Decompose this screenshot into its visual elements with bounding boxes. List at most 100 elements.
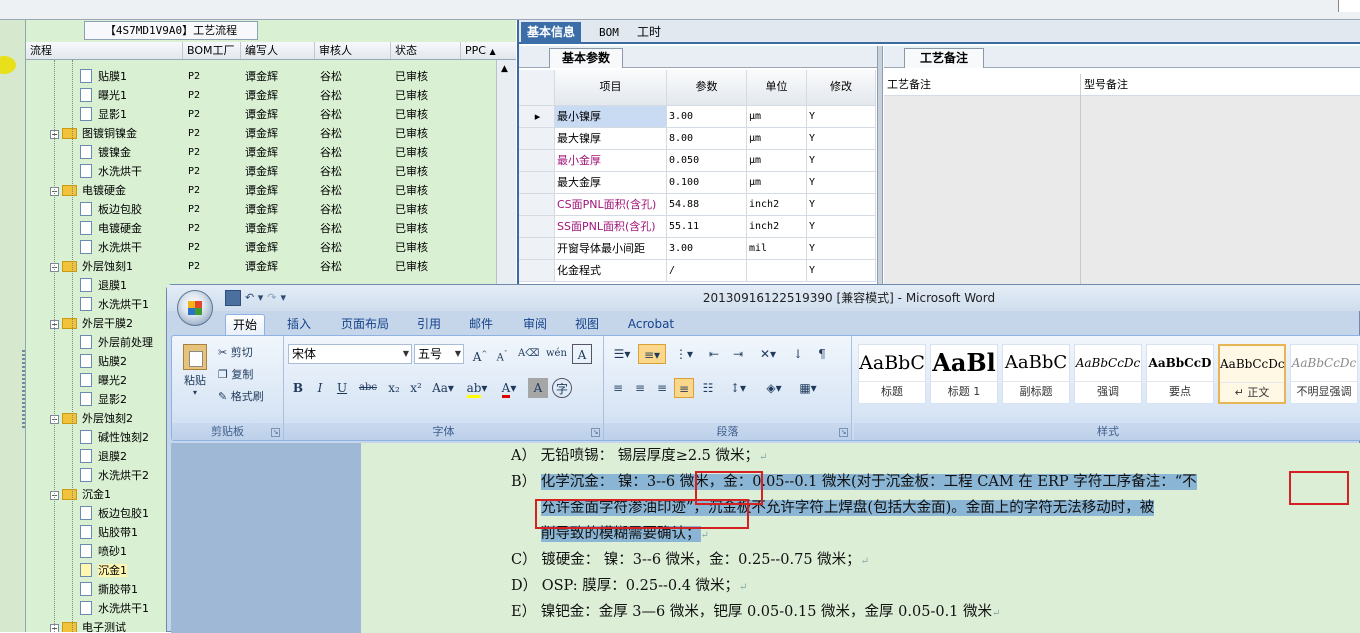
col-header-model-note[interactable]: 型号备注 <box>1081 74 1360 96</box>
tree-node-name[interactable]: 外层前处理 <box>80 333 153 352</box>
align-center-icon[interactable]: ≡ <box>630 378 650 398</box>
tab-work-hours[interactable]: 工时 <box>631 22 667 44</box>
tab-home[interactable]: 开始 <box>225 314 265 336</box>
borders-icon[interactable]: ▦▾ <box>794 378 822 398</box>
underline-icon[interactable]: U <box>332 378 352 398</box>
params-grid-row[interactable]: 最小金厚 0.050 μm Y <box>519 150 876 172</box>
splitter-grip[interactable] <box>22 350 25 430</box>
col-header-process[interactable]: 流程 <box>26 42 183 59</box>
phonetic-guide-icon[interactable]: wén <box>546 344 567 364</box>
tab-insert[interactable]: 插入 <box>279 314 319 336</box>
params-grid-row[interactable]: 化金程式 / Y <box>519 260 876 282</box>
grid-cell-mod[interactable]: Y <box>807 260 876 281</box>
tree-row[interactable]: 电镀硬金 P2 谭金辉 谷松 已审核 <box>26 219 496 238</box>
grid-cell-mod[interactable]: Y <box>807 238 876 259</box>
sort-icon[interactable]: ↓ <box>788 344 808 364</box>
change-case-icon[interactable]: Aa▾ <box>430 378 456 398</box>
font-launcher-icon[interactable]: ↘ <box>591 428 600 437</box>
grid-cell-item[interactable]: CS面PNL面积(含孔) <box>555 194 667 215</box>
vertical-splitter[interactable] <box>877 46 883 290</box>
tree-node-name[interactable]: 贴膜2 <box>80 352 127 371</box>
asian-layout-icon[interactable]: ✕▾ <box>754 344 782 364</box>
grid-cell-unit[interactable]: inch2 <box>747 194 807 215</box>
grid-cell-item[interactable]: 开窗导体最小间距 <box>555 238 667 259</box>
clear-format-icon[interactable]: A⌫ <box>518 344 539 364</box>
increase-indent-icon[interactable]: ⇥ <box>728 344 748 364</box>
col-header-status[interactable]: 状态 <box>391 42 461 59</box>
tree-node-name[interactable]: 喷砂1 <box>80 542 127 561</box>
style-normal[interactable]: AaBbCcDc ↵ 正文 <box>1218 344 1286 404</box>
tree-row[interactable]: 镀镍金 P2 谭金辉 谷松 已审核 <box>26 143 496 162</box>
grid-cell-unit[interactable] <box>747 260 807 281</box>
show-marks-icon[interactable]: ¶ <box>812 344 832 364</box>
row-header[interactable]: ▸ <box>519 106 555 127</box>
basic-params-title[interactable]: 基本参数 <box>549 48 623 68</box>
grid-cell-value[interactable]: 0.050 <box>667 150 747 171</box>
justify-icon[interactable]: ≡ <box>674 378 694 398</box>
grid-cell-unit[interactable]: μm <box>747 150 807 171</box>
tree-node-name[interactable]: 水洗烘干 <box>80 238 142 257</box>
notes-title[interactable]: 工艺备注 <box>904 48 984 68</box>
tree-node-name[interactable]: 板边包胶1 <box>80 504 149 523</box>
grid-cell-unit[interactable]: μm <box>747 106 807 127</box>
style-subtle-emphasis[interactable]: AaBbCcDc 不明显强调 <box>1290 344 1358 404</box>
grid-cell-mod[interactable]: Y <box>807 106 876 127</box>
params-grid-row[interactable]: 最大镍厚 8.00 μm Y <box>519 128 876 150</box>
tree-node-name[interactable]: − 电镀硬金 <box>50 181 126 200</box>
tree-node-name[interactable]: − 沉金1 <box>50 485 111 504</box>
superscript-icon[interactable]: x² <box>406 378 426 398</box>
tree-node-name[interactable]: 板边包胶 <box>80 200 142 219</box>
grid-col-header[interactable]: 参数 <box>667 70 747 105</box>
grid-cell-mod[interactable]: Y <box>807 194 876 215</box>
grid-cell-value[interactable]: / <box>667 260 747 281</box>
tree-node-name[interactable]: 显影2 <box>80 390 127 409</box>
tree-row[interactable]: 显影1 P2 谭金辉 谷松 已审核 <box>26 105 496 124</box>
tree-node-name[interactable]: 电镀硬金 <box>80 219 142 238</box>
tree-row[interactable]: 曝光1 P2 谭金辉 谷松 已审核 <box>26 86 496 105</box>
style-subtitle[interactable]: AaBbC 副标题 <box>1002 344 1070 404</box>
tree-row[interactable]: 水洗烘干 P2 谭金辉 谷松 已审核 <box>26 238 496 257</box>
grid-cell-value[interactable]: 0.100 <box>667 172 747 193</box>
tree-node-name[interactable]: − 电子测试 <box>50 618 126 632</box>
params-grid-row[interactable]: CS面PNL面积(含孔) 54.88 inch2 Y <box>519 194 876 216</box>
style-strong[interactable]: AaBbCcD 要点 <box>1146 344 1214 404</box>
copy-button[interactable]: ❐ 复制 <box>218 366 253 382</box>
italic-icon[interactable]: I <box>310 378 330 398</box>
grid-cell-value[interactable]: 8.00 <box>667 128 747 149</box>
row-header[interactable] <box>519 238 555 259</box>
grid-cell-item[interactable]: SS面PNL面积(含孔) <box>555 216 667 237</box>
tab-mailings[interactable]: 邮件 <box>463 314 499 336</box>
decrease-indent-icon[interactable]: ⇤ <box>704 344 724 364</box>
tree-node-name[interactable]: 水洗烘干 <box>80 162 142 181</box>
tree-node-name[interactable]: − 外层干膜2 <box>50 314 133 333</box>
distributed-icon[interactable]: ☷ <box>698 378 718 398</box>
col-header-writer[interactable]: 编写人 <box>241 42 315 59</box>
grid-cell-item[interactable]: 最小金厚 <box>555 150 667 171</box>
clipboard-launcher-icon[interactable]: ↘ <box>271 428 280 437</box>
grid-cell-item[interactable]: 最小镍厚 <box>555 106 667 127</box>
char-border-icon[interactable]: A <box>572 344 592 364</box>
highlight-icon[interactable]: ab▾ <box>464 378 490 398</box>
document-page[interactable]: A） 无铅喷锡： 锡层厚度≥2.5 微米；↵ B） 化学沉金： 镍：3--6 微… <box>361 443 1360 633</box>
tree-node-name[interactable]: 显影1 <box>80 105 127 124</box>
tree-node-name[interactable]: 曝光2 <box>80 371 127 390</box>
scroll-up-icon[interactable]: ▲ <box>501 64 508 74</box>
tree-node-name[interactable]: 贴胶带1 <box>80 523 138 542</box>
font-size-combo[interactable]: 五号 ▼ <box>414 344 464 364</box>
tab-basic-info[interactable]: 基本信息 <box>521 22 582 44</box>
grow-font-icon[interactable]: A^ <box>470 344 490 364</box>
grid-cell-unit[interactable]: inch2 <box>747 216 807 237</box>
row-header[interactable] <box>519 194 555 215</box>
grid-col-header[interactable]: 修改 <box>807 70 876 105</box>
tab-acrobat[interactable]: Acrobat <box>623 314 679 336</box>
grid-cell-value[interactable]: 55.11 <box>667 216 747 237</box>
shading-icon[interactable]: ◈▾ <box>760 378 788 398</box>
col-header-bom[interactable]: BOM工厂 <box>183 42 241 59</box>
grid-cell-item[interactable]: 最大金厚 <box>555 172 667 193</box>
tab-page-layout[interactable]: 页面布局 <box>333 314 397 336</box>
font-color-icon[interactable]: A▾ <box>496 378 522 398</box>
cut-button[interactable]: ✂ 剪切 <box>218 344 253 360</box>
grid-cell-unit[interactable]: μm <box>747 172 807 193</box>
subscript-icon[interactable]: x₂ <box>384 378 404 398</box>
strikethrough-icon[interactable]: abc <box>358 378 378 398</box>
